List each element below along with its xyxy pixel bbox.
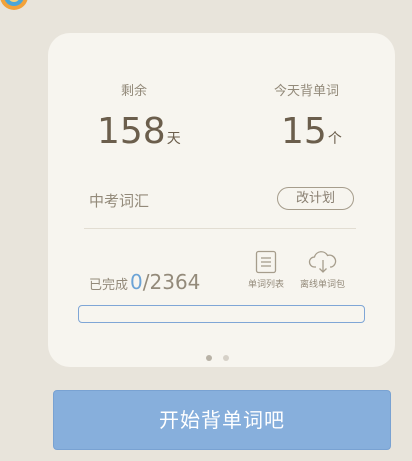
offline-pack-button[interactable]: 离线单词包 (300, 250, 345, 290)
progress-text: 已完成 0/2364 (89, 270, 200, 294)
word-list-icon (248, 250, 284, 274)
remaining-days-number: 158 (97, 111, 166, 152)
progress-prefix: 已完成 (89, 278, 129, 293)
offline-pack-label: 离线单词包 (300, 280, 346, 290)
remaining-days-unit: 天 (166, 131, 181, 147)
change-plan-button[interactable]: 改计划 (277, 187, 354, 210)
today-words-unit: 个 (327, 131, 342, 147)
divider (84, 228, 356, 229)
progress-done-count: 0 (130, 270, 143, 294)
start-learning-button[interactable]: 开始背单词吧 (53, 390, 391, 450)
today-words-label: 今天背单词 (274, 84, 340, 99)
progress-bar (78, 305, 365, 323)
pager-dot-2[interactable] (223, 355, 229, 361)
progress-separator: / (142, 270, 150, 294)
today-words-number: 15 (281, 111, 327, 152)
progress-total-count: 2364 (149, 270, 201, 294)
word-list-button[interactable]: 单词列表 (248, 250, 284, 290)
remaining-days-value: 158天 (97, 112, 181, 159)
today-words-value: 15个 (281, 112, 342, 159)
avatar[interactable] (0, 0, 34, 14)
word-list-label: 单词列表 (248, 280, 285, 290)
cloud-download-icon (300, 250, 345, 274)
remaining-days-label: 剩余 (121, 84, 148, 99)
word-book-name: 中考词汇 (89, 192, 150, 210)
pager-dot-1[interactable] (206, 355, 212, 361)
